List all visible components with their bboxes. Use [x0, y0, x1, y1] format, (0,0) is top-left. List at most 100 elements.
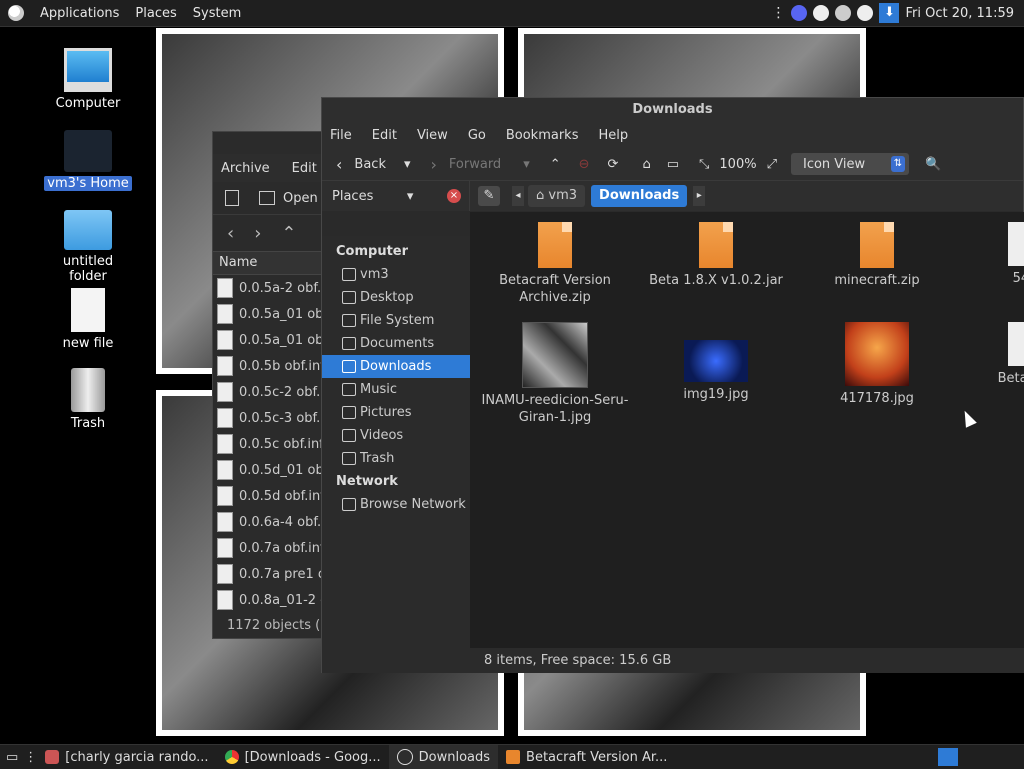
desktop-icon-new-file[interactable]: new file	[43, 288, 133, 351]
go-menu[interactable]: Go	[468, 128, 486, 143]
file-system-icon	[342, 314, 356, 327]
places-selector[interactable]: Places ▾ ×	[322, 181, 470, 211]
show-desktop-icon[interactable]: ▭	[0, 750, 24, 765]
sidebar-item-label: Browse Network	[360, 497, 466, 512]
download-icon[interactable]: ⬇	[879, 3, 900, 23]
search-icon[interactable]: 🔍	[925, 157, 941, 172]
sidebar-item-desktop[interactable]: Desktop	[322, 286, 470, 309]
file-item[interactable]: 417178.jpg	[802, 322, 952, 407]
workspace-switcher[interactable]	[938, 748, 958, 766]
places-label: Places	[332, 188, 374, 204]
file-label: INAMU-reedicion-Seru-Giran-1.jpg	[481, 393, 629, 425]
bookmarks-menu[interactable]: Bookmarks	[506, 128, 579, 143]
sidebar-item-file-system[interactable]: File System	[322, 309, 470, 332]
archive-menu[interactable]: Archive	[221, 161, 270, 176]
sidebar-item-label: Downloads	[360, 359, 432, 374]
crumb-left-icon[interactable]: ◂	[512, 186, 524, 206]
system-tray: ⋮ ⬇ Fri Oct 20, 11:59	[771, 0, 1024, 26]
up-icon[interactable]: ⌃	[550, 157, 561, 172]
taskbar-item[interactable]: [Downloads - Goog...	[217, 745, 389, 769]
zoom-out-icon[interactable]: ⤡	[699, 157, 709, 172]
taskbar-item[interactable]: Betacraft Version Ar...	[498, 745, 675, 769]
file-label: minecraft.zip	[834, 273, 920, 288]
sidebar-item-documents[interactable]: Documents	[322, 332, 470, 355]
up-arrow-icon[interactable]: ⌃	[281, 223, 296, 244]
file-item[interactable]: Beta 1.8	[950, 322, 1024, 387]
file-item[interactable]: 548	[950, 222, 1024, 287]
desktop-icon-untitled-folder[interactable]: untitled folder	[43, 210, 133, 284]
computer-icon[interactable]: ▭	[667, 157, 679, 172]
forward-arrow-icon[interactable]: ›	[254, 223, 261, 244]
file-icon	[71, 288, 105, 332]
new-archive-icon[interactable]	[225, 190, 239, 206]
row-label: 0.0.5d obf.inf	[239, 488, 325, 504]
sidebar-item-label: vm3	[360, 267, 389, 282]
forward-button[interactable]: Forward	[449, 157, 501, 172]
edit-location-icon[interactable]: ✎	[478, 186, 500, 206]
pause-icon[interactable]	[857, 5, 874, 21]
desktop-icon-label: Computer	[55, 96, 121, 111]
places-menu[interactable]: Places	[135, 6, 176, 21]
file-item[interactable]: INAMU-reedicion-Seru-Giran-1.jpg	[480, 322, 630, 426]
trash-icon	[342, 452, 356, 465]
row-label: 0.0.6a-4 obf.	[239, 514, 322, 530]
open-folder-icon[interactable]	[259, 191, 275, 205]
taskbar-item[interactable]: [charly garcia rando...	[37, 745, 216, 769]
sidebar-item-videos[interactable]: Videos	[322, 424, 470, 447]
breadcrumb-downloads[interactable]: Downloads	[591, 185, 688, 207]
edit-menu[interactable]: Edit	[372, 128, 397, 143]
sidebar-item-trash[interactable]: Trash	[322, 447, 470, 470]
close-sidebar-icon[interactable]: ×	[447, 189, 461, 203]
menu-icon[interactable]: ⋮	[771, 5, 785, 21]
zoom-in-icon[interactable]: ⤢	[767, 157, 777, 172]
desktop-icon-home[interactable]: vm3's Home	[43, 130, 133, 191]
steam-icon[interactable]	[835, 5, 852, 21]
stop-icon[interactable]: ⊖	[579, 157, 590, 172]
sidebar-item-downloads[interactable]: Downloads	[322, 355, 470, 378]
taskbar-item[interactable]: Downloads	[388, 745, 499, 769]
back-arrow-icon: ‹	[336, 154, 343, 174]
sidebar-item-browse-network[interactable]: Browse Network	[322, 493, 470, 516]
edit-menu[interactable]: Edit	[292, 161, 317, 176]
chevron-updown-icon: ⇅	[890, 156, 905, 172]
applications-menu[interactable]: Applications	[40, 6, 119, 21]
zoom-level[interactable]: 100%	[719, 157, 756, 172]
check-icon[interactable]	[813, 5, 830, 21]
distro-logo-icon[interactable]	[8, 5, 24, 21]
help-menu[interactable]: Help	[598, 128, 628, 143]
open-button[interactable]: Open	[283, 191, 318, 206]
file-item[interactable]: minecraft.zip	[802, 222, 952, 289]
file-icon	[217, 330, 233, 350]
system-menu[interactable]: System	[193, 6, 241, 21]
crumb-right-icon[interactable]: ▸	[693, 186, 706, 206]
file-icon	[217, 304, 233, 324]
breadcrumb-vm3[interactable]: ⌂ vm3	[528, 185, 586, 207]
file-item[interactable]: Betacraft Version Archive.zip	[480, 222, 630, 306]
file-icon	[1008, 222, 1024, 266]
file-item[interactable]: img19.jpg	[641, 322, 791, 403]
file-item[interactable]: Beta 1.8.X v1.0.2.jar	[641, 222, 791, 289]
back-history-dropdown-icon[interactable]: ▾	[404, 157, 411, 172]
row-label: 0.0.7a pre1 ol	[239, 566, 330, 582]
sidebar-item-music[interactable]: Music	[322, 378, 470, 401]
file-icon	[217, 486, 233, 506]
desktop-icon-trash[interactable]: Trash	[43, 368, 133, 431]
desktop-icon	[342, 291, 356, 304]
view-mode-select[interactable]: Icon View ⇅	[790, 153, 909, 175]
sidebar-item-vm3[interactable]: vm3	[322, 263, 470, 286]
reload-icon[interactable]: ⟳	[608, 157, 619, 172]
view-menu[interactable]: View	[417, 128, 448, 143]
file-menu[interactable]: File	[330, 128, 352, 143]
clock[interactable]: Fri Oct 20, 11:59	[905, 6, 1014, 21]
forward-history-dropdown-icon[interactable]: ▾	[523, 157, 530, 172]
back-button[interactable]: Back	[354, 157, 386, 172]
sidebar-item-pictures[interactable]: Pictures	[322, 401, 470, 424]
sidebar-item-label: File System	[360, 313, 435, 328]
discord-icon[interactable]	[791, 5, 808, 21]
home-icon[interactable]: ⌂	[642, 157, 650, 172]
trash-icon	[71, 368, 105, 412]
desktop-icon-computer[interactable]: Computer	[43, 48, 133, 111]
back-arrow-icon[interactable]: ‹	[227, 223, 234, 244]
file-icon	[217, 382, 233, 402]
file-icon-view[interactable]: Betacraft Version Archive.zip Beta 1.8.X …	[470, 212, 1024, 648]
